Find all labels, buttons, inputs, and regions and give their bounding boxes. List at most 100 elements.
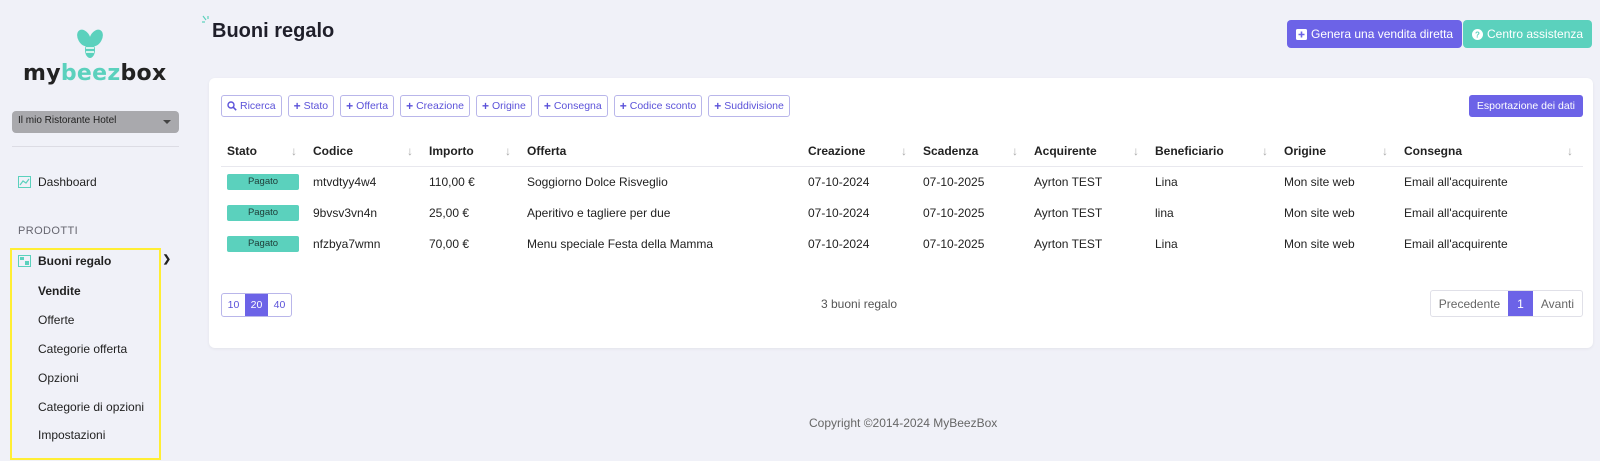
origin-cell: Mon site web [1284,174,1355,189]
amount-cell: 70,00 € [429,236,470,251]
sidebar-subitem-offers[interactable]: Offerte [38,313,74,327]
delivery-cell: Email all'acquirente [1404,205,1508,220]
filter-label: Ricerca [240,100,276,112]
creation-cell: 07-10-2024 [808,236,870,251]
beneficiary-cell: Lina [1155,174,1178,189]
sidebar-subitem-settings[interactable]: Impostazioni [38,428,105,442]
filter-search-button[interactable]: Ricerca [221,95,282,117]
direct-sale-label: Genera una vendita diretta [1311,27,1454,41]
status-badge: Pagato [227,174,299,191]
creation-cell: 07-10-2024 [808,205,870,220]
results-count: 3 buoni regalo [821,297,898,311]
amount-cell: 25,00 € [429,205,470,220]
establishment-select[interactable]: Il mio Ristorante Hotel [12,111,179,133]
sort-arrow-icon[interactable]: ↓ [1567,144,1573,158]
plus-icon: + [714,99,722,113]
expiry-cell: 07-10-2025 [923,174,985,189]
direct-sale-button[interactable]: Genera una vendita diretta [1287,20,1463,48]
beneficiary-cell: lina [1155,205,1174,220]
next-page-button[interactable]: Avanti [1533,291,1582,316]
status-badge: Pagato [227,205,299,221]
status-cell: Pagato [221,197,307,228]
filter-bar: Ricerca + Stato + Offerta + Creazione + Orig… [221,95,790,117]
sidebar-section-label: PRODOTTI [18,225,79,237]
delivery-cell: Email all'acquirente [1404,174,1508,189]
sort-arrow-icon[interactable]: ↓ [505,144,511,158]
page-size-20[interactable]: 20 [245,294,268,316]
sidebar-subitem-option-categories[interactable]: Categorie di opzioni [38,400,144,414]
filter-label: Origine [491,100,526,112]
status-cell: Pagato [221,166,307,197]
sidebar-item-dashboard[interactable]: Dashboard [18,175,97,189]
filter-label: Suddivisione [724,100,784,112]
column-header-beneficiary[interactable]: Beneficiario ↓ [1149,136,1278,167]
chevron-down-icon[interactable]: ❯ [163,254,171,265]
expiry-cell: 07-10-2025 [923,205,985,220]
code-cell: mtvdtyy4w4 [313,174,377,189]
sidebar-divider [12,146,179,147]
sort-arrow-icon[interactable]: ↓ [901,144,907,158]
sort-arrow-icon[interactable]: ↓ [1133,144,1139,158]
table-row[interactable]: Pagato nfzbya7wmn 70,00 € Menu speciale … [221,228,1583,259]
table-row[interactable]: Pagato 9bvsv3vn4n 25,00 € Aperitivo e ta… [221,197,1583,228]
filter-label: Creazione [416,100,464,112]
filter-origin-button[interactable]: + Origine [475,95,532,117]
buyer-cell: Ayrton TEST [1034,236,1103,251]
plus-icon: + [406,99,414,113]
page-1-button[interactable]: 1 [1508,291,1533,316]
column-header-creation[interactable]: Creazione ↓ [802,136,917,167]
column-header-status[interactable]: Stato ↓ [221,136,307,167]
filter-split-button[interactable]: + Suddivisione [708,95,790,117]
gift-icon [18,255,31,267]
creation-cell: 07-10-2024 [808,174,870,189]
filter-status-button[interactable]: + Stato [287,95,335,117]
page-size-10[interactable]: 10 [222,294,245,316]
plus-icon: + [543,99,551,113]
sidebar-subitem-sales[interactable]: Vendite [38,284,81,298]
filter-delivery-button[interactable]: + Consegna [537,95,608,117]
offer-cell: Aperitivo e tagliere per due [527,205,671,220]
origin-cell: Mon site web [1284,236,1355,251]
sort-arrow-icon[interactable]: ↓ [1262,144,1268,158]
plus-icon: + [293,99,301,113]
sidebar-subitem-options[interactable]: Opzioni [38,371,79,385]
filter-creation-button[interactable]: + Creazione [400,95,470,117]
filter-discount-code-button[interactable]: + Codice sconto [613,95,703,117]
page-size-selector: 10 20 40 [221,293,292,317]
help-center-button[interactable]: ? Centro assistenza [1463,20,1593,48]
column-header-expiry[interactable]: Scadenza ↓ [917,136,1028,167]
sidebar-item-gift-vouchers[interactable]: Buoni regalo ❯ [18,254,176,268]
offer-cell: Soggiorno Dolce Risveglio [527,174,668,189]
code-cell: nfzbya7wmn [313,236,381,251]
sort-arrow-icon[interactable]: ↓ [1012,144,1018,158]
sidebar-item-label: Dashboard [38,175,97,189]
plus-icon: + [346,99,354,113]
column-header-amount[interactable]: Importo ↓ [423,136,521,167]
column-header-origin[interactable]: Origine ↓ [1278,136,1398,167]
filter-label: Offerta [356,100,389,112]
column-header-buyer[interactable]: Acquirente ↓ [1028,136,1149,167]
beneficiary-cell: Lina [1155,236,1178,251]
sidebar-subitem-offer-categories[interactable]: Categorie offerta [38,342,127,356]
table-row[interactable]: Pagato mtvdtyy4w4 110,00 € Soggiorno Dol… [221,166,1583,197]
bee-logo-icon [77,29,103,58]
filter-label: Codice sconto [629,100,697,112]
footer-copyright: Copyright ©2014-2024 MyBeezBox [809,416,998,430]
delivery-cell: Email all'acquirente [1404,236,1508,251]
sort-arrow-icon[interactable]: ↓ [407,144,413,158]
sort-arrow-icon[interactable]: ↓ [291,144,297,158]
previous-page-button[interactable]: Precedente [1431,291,1508,316]
svg-text:?: ? [1475,30,1480,39]
column-header-offer[interactable]: Offerta [521,136,802,167]
sort-arrow-icon[interactable]: ↓ [1382,144,1388,158]
amount-cell: 110,00 € [429,174,475,189]
chart-icon [18,176,31,188]
filter-offer-button[interactable]: + Offerta [340,95,395,117]
export-data-button[interactable]: Esportazione dei dati [1468,95,1583,117]
table-header-row: Stato ↓ Codice ↓ Importo ↓ Offerta Creazion… [221,136,1583,167]
column-header-delivery[interactable]: Consegna ↓ [1398,136,1583,167]
column-header-code[interactable]: Codice ↓ [307,136,423,167]
page-size-40[interactable]: 40 [268,294,291,316]
establishment-label: Il mio Ristorante Hotel [18,115,117,126]
logo[interactable]: mybeezbox [22,28,172,88]
